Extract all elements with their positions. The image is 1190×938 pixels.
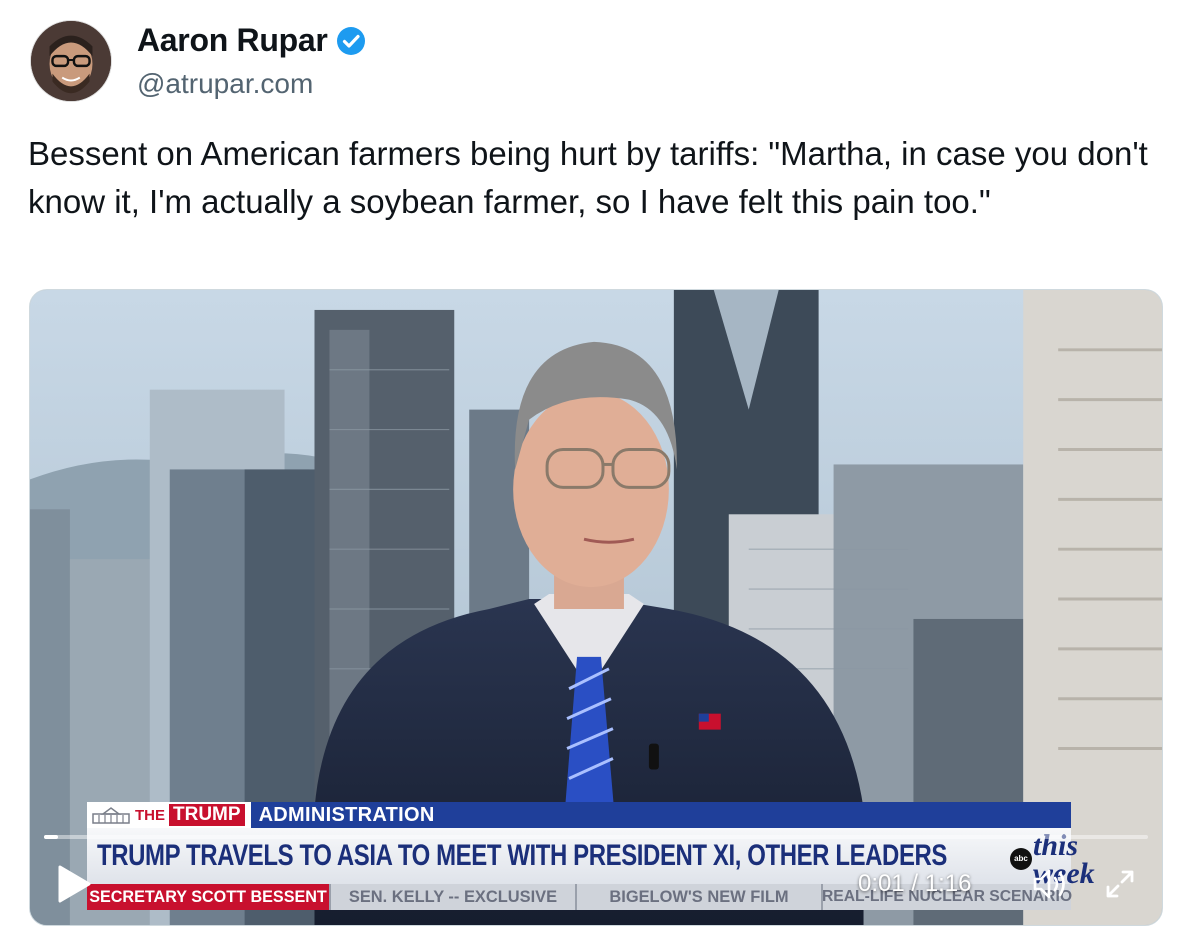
abc-logo: abc: [1010, 848, 1032, 870]
white-house-icon: [91, 806, 131, 824]
ticker-item: SECRETARY SCOTT BESSENT: [87, 884, 331, 910]
lower-third-trump: TRUMP: [169, 804, 245, 826]
progress-fill: [44, 835, 59, 839]
play-button[interactable]: [56, 864, 92, 904]
play-icon: [58, 865, 91, 903]
fullscreen-icon: [1106, 870, 1134, 898]
lower-third-headline: TRUMP TRAVELS TO ASIA TO MEET WITH PRESI…: [97, 839, 947, 872]
lower-third-administration: ADMINISTRATION: [258, 803, 435, 826]
fullscreen-button[interactable]: [1102, 866, 1138, 902]
author-name-text[interactable]: Aaron Rupar: [137, 22, 328, 59]
lower-third-tag: THE TRUMP: [87, 802, 251, 828]
ticker-item: SEN. KELLY -- EXCLUSIVE: [331, 884, 577, 910]
author-handle[interactable]: @atrupar.com: [137, 68, 313, 100]
verified-badge-icon: [336, 26, 366, 56]
volume-icon: [1033, 869, 1065, 899]
avatar[interactable]: [30, 20, 112, 102]
time-display: 0:01 / 1:16: [858, 870, 972, 897]
lower-third-the: THE: [135, 806, 165, 824]
lower-third-banner: THE TRUMP ADMINISTRATION: [87, 802, 1071, 828]
progress-bar[interactable]: [44, 835, 1148, 839]
ticker-item: BIGELOW'S NEW FILM: [577, 884, 823, 910]
video-player[interactable]: THE TRUMP ADMINISTRATION TRUMP TRAVELS T…: [29, 289, 1163, 926]
post-text: Bessent on American farmers being hurt b…: [28, 135, 1157, 220]
author-name[interactable]: Aaron Rupar: [137, 22, 366, 59]
volume-button[interactable]: [1031, 867, 1069, 901]
post: Aaron Rupar @atrupar.com Bessent on Amer…: [0, 0, 1190, 938]
